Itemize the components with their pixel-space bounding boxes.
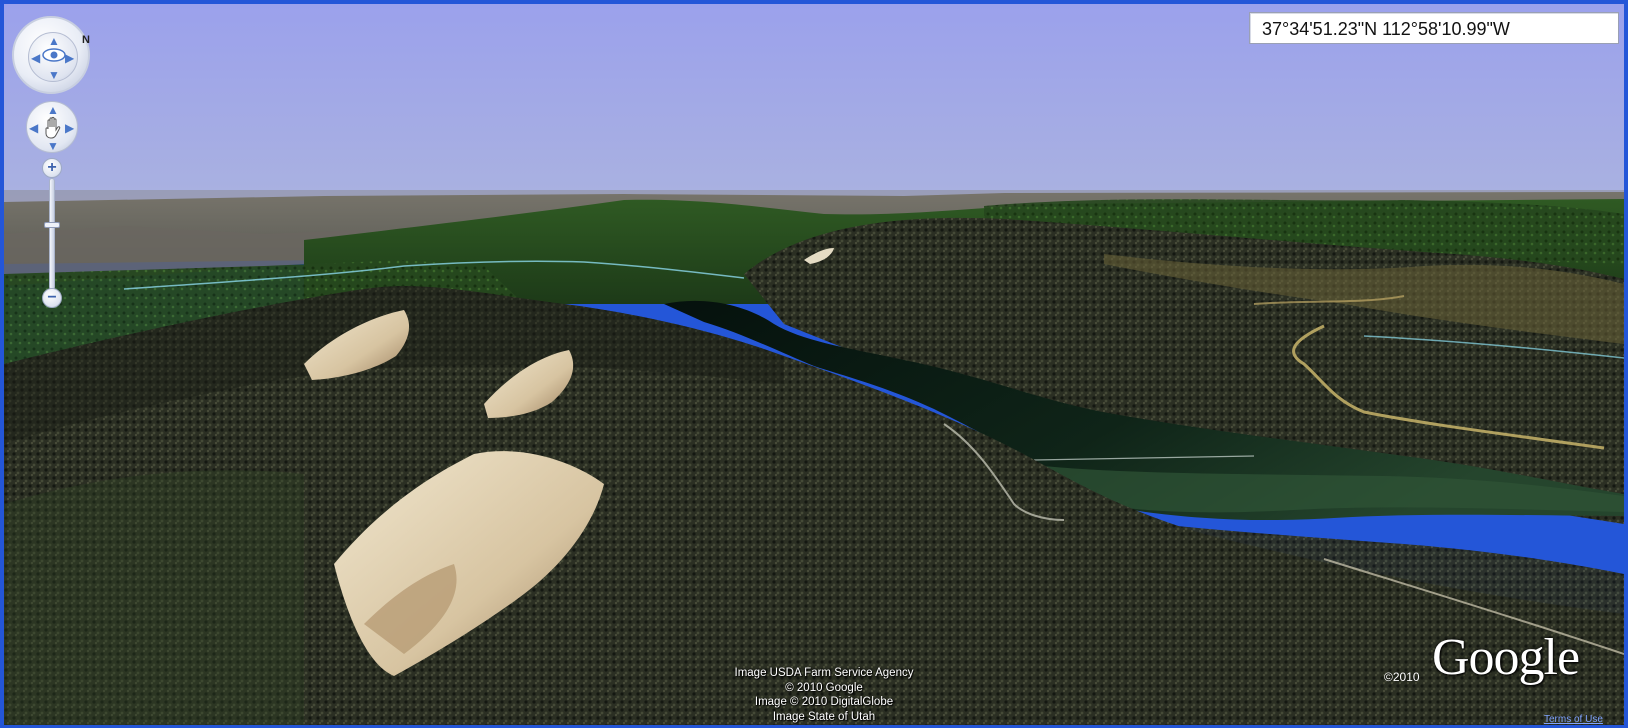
move-up-arrow-icon[interactable]: ▲: [47, 104, 59, 116]
move-down-arrow-icon[interactable]: ▼: [47, 140, 59, 152]
google-logo: Google: [1432, 629, 1580, 686]
attribution-line: Image State of Utah: [772, 710, 876, 723]
look-down-arrow-icon[interactable]: ▼: [48, 69, 60, 81]
navigation-controls[interactable]: ▲ ▼ ◀ ▶ N ▲ ▼ ◀ ▶ + −: [12, 16, 92, 316]
attribution-line: © 2010 Google: [785, 681, 863, 694]
look-control[interactable]: ▲ ▼ ◀ ▶ N: [12, 16, 90, 94]
look-right-arrow-icon[interactable]: ▶: [65, 52, 74, 64]
coordinates-readout: 37°34'51.23"N 112°58'10.99"W: [1249, 12, 1619, 44]
look-joystick[interactable]: ▲ ▼ ◀ ▶: [28, 32, 78, 82]
zoom-thumb[interactable]: [44, 222, 60, 228]
look-up-arrow-icon[interactable]: ▲: [48, 35, 60, 47]
window-frame: 37°34'51.23"N 112°58'10.99"W ▲ ▼ ◀ ▶ N ▲: [0, 0, 1628, 728]
terms-of-use-link[interactable]: Terms of Use: [1544, 714, 1603, 725]
copyright-text: ©2010: [1384, 670, 1420, 684]
imagery-attribution: Image USDA Farm Service Agency © 2010 Go…: [694, 666, 954, 724]
move-left-arrow-icon[interactable]: ◀: [29, 122, 38, 134]
terrain-view[interactable]: [4, 4, 1624, 725]
look-left-arrow-icon[interactable]: ◀: [31, 52, 40, 64]
move-right-arrow-icon[interactable]: ▶: [65, 122, 74, 134]
attribution-line: Image USDA Farm Service Agency: [734, 667, 914, 679]
zoom-in-button[interactable]: +: [42, 158, 62, 178]
globe-viewport[interactable]: 37°34'51.23"N 112°58'10.99"W ▲ ▼ ◀ ▶ N ▲: [4, 4, 1624, 725]
zoom-slider[interactable]: + −: [40, 158, 64, 308]
attribution-line: Image © 2010 DigitalGlobe: [754, 696, 894, 708]
north-indicator[interactable]: N: [82, 34, 90, 46]
zoom-out-button[interactable]: −: [42, 288, 62, 308]
move-control[interactable]: ▲ ▼ ◀ ▶: [26, 101, 78, 153]
hand-icon: [45, 116, 61, 139]
eye-icon: [42, 48, 66, 62]
zoom-track[interactable]: [49, 178, 55, 290]
